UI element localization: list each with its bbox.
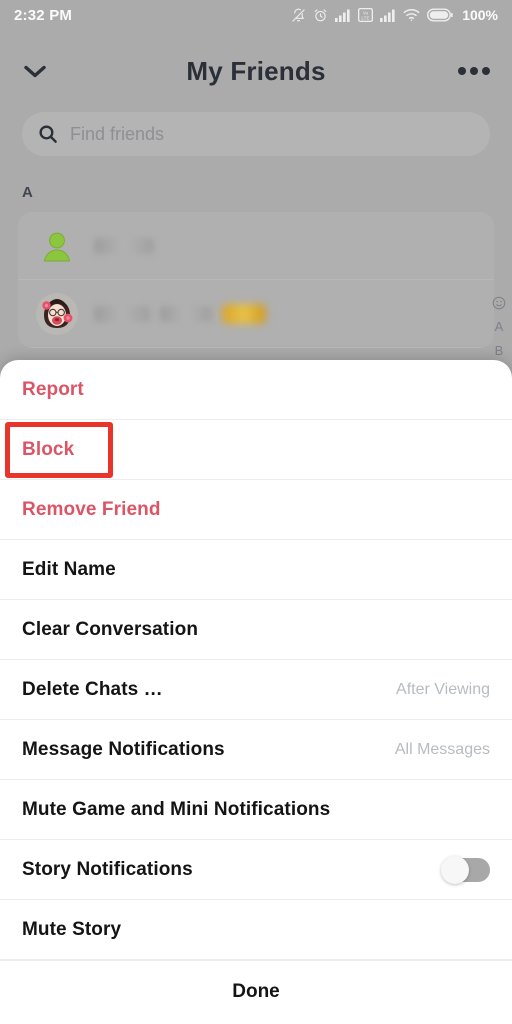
battery-percent: 100%: [462, 7, 498, 23]
sheet-item-message-notifications[interactable]: Message Notifications All Messages: [0, 720, 512, 780]
scrubber-letter-a[interactable]: A: [495, 319, 504, 334]
bitmoji-avatar[interactable]: [36, 292, 78, 335]
more-options-icon: [458, 67, 466, 75]
alphabet-scrubber[interactable]: A B: [492, 296, 506, 358]
sheet-item-label: Report: [22, 378, 84, 400]
section-header-letter: A: [22, 184, 33, 201]
wifi-icon: [403, 9, 420, 21]
sheet-item-label: Clear Conversation: [22, 618, 199, 640]
friend-emoji-blurred: [222, 303, 266, 324]
sheet-item-delete-chats[interactable]: Delete Chats … After Viewing: [0, 660, 512, 720]
search-icon: [39, 125, 57, 143]
friends-list: [18, 212, 494, 348]
signal-bars-icon: [380, 9, 395, 22]
status-bar: 2:32 PM Vo LTE 100%: [0, 0, 512, 30]
status-time: 2:32 PM: [14, 6, 73, 24]
sheet-item-clear-conversation[interactable]: Clear Conversation: [0, 600, 512, 660]
sheet-item-label: Message Notifications: [22, 738, 225, 760]
scrubber-letter-b[interactable]: B: [495, 343, 504, 358]
friend-action-sheet: Report Block Remove Friend Edit Name Cle…: [0, 360, 512, 1024]
page-title: My Friends: [186, 55, 326, 86]
friend-name-blurred: [94, 303, 266, 324]
sheet-item-label: Mute Game and Mini Notifications: [22, 798, 331, 820]
sheet-item-mute-story[interactable]: Mute Story: [0, 900, 512, 960]
alarm-clock-icon: [314, 8, 327, 21]
sheet-item-label: Block: [22, 438, 75, 460]
sheet-item-remove-friend[interactable]: Remove Friend: [0, 480, 512, 540]
friend-name-blurred: [94, 237, 154, 254]
signal-bars-icon: [335, 9, 350, 22]
bell-muted-icon: [292, 8, 305, 22]
sheet-item-label: Mute Story: [22, 918, 122, 940]
app-header: My Friends: [0, 42, 512, 100]
sheet-item-value: All Messages: [394, 740, 490, 758]
back-button[interactable]: [22, 63, 62, 79]
toggle-knob: [441, 855, 469, 884]
more-options-icon: [470, 67, 478, 75]
sheet-item-label: Remove Friend: [22, 498, 161, 520]
person-placeholder-avatar-icon: [43, 232, 71, 261]
status-icons: Vo LTE 100%: [291, 7, 498, 23]
smiley-face-icon[interactable]: [492, 296, 506, 310]
chevron-down-icon: [24, 65, 46, 78]
list-item[interactable]: [18, 212, 494, 280]
sheet-item-story-notifications[interactable]: Story Notifications: [0, 840, 512, 900]
bitmoji-avatar-icon: [36, 292, 78, 335]
person-placeholder-avatar[interactable]: [36, 224, 78, 267]
svg-text:LTE: LTE: [362, 15, 370, 20]
sheet-item-label: Delete Chats …: [22, 678, 163, 700]
volte-icon: Vo LTE: [358, 8, 374, 22]
done-button-label: Done: [232, 980, 280, 1002]
story-notifications-toggle[interactable]: [441, 855, 490, 884]
sheet-item-mute-game-mini-notifications[interactable]: Mute Game and Mini Notifications: [0, 780, 512, 840]
more-options-button[interactable]: [450, 67, 490, 75]
sheet-item-block[interactable]: Block: [0, 420, 512, 480]
list-item[interactable]: [18, 280, 494, 348]
sheet-item-report[interactable]: Report: [0, 360, 512, 420]
sheet-item-value: After Viewing: [396, 680, 490, 698]
sheet-item-edit-name[interactable]: Edit Name: [0, 540, 512, 600]
search-bar[interactable]: Find friends: [22, 112, 490, 156]
sheet-item-label: Edit Name: [22, 558, 116, 580]
more-options-icon: [482, 67, 490, 75]
done-button[interactable]: Done: [0, 960, 512, 1022]
sheet-item-label: Story Notifications: [22, 858, 193, 880]
battery-icon: [427, 8, 453, 22]
search-input-placeholder[interactable]: Find friends: [70, 124, 164, 145]
